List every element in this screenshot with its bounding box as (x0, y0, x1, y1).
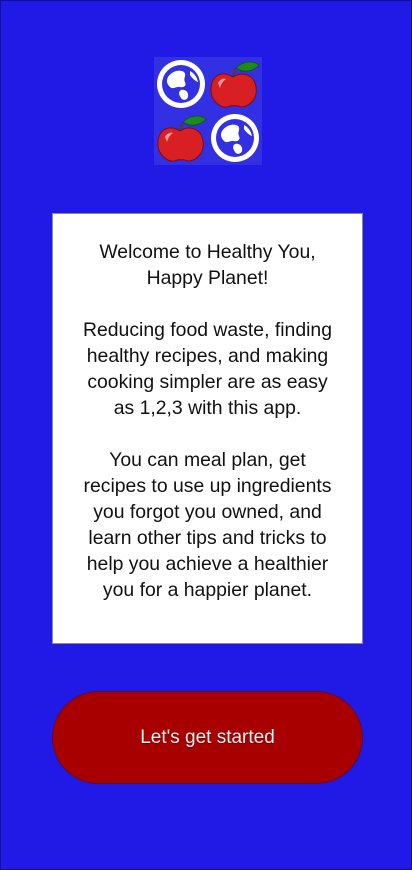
globe-icon (211, 114, 259, 162)
welcome-paragraph-features: You can meal plan, get recipes to use up… (83, 449, 332, 601)
welcome-screen: Welcome to Healthy You, Happy Planet! Re… (0, 0, 412, 870)
get-started-button[interactable]: Let's get started (52, 691, 363, 784)
app-logo (154, 57, 262, 165)
globe-icon (157, 60, 205, 108)
welcome-card: Welcome to Healthy You, Happy Planet! Re… (52, 213, 363, 644)
welcome-paragraph-intro: Reducing food waste, finding healthy rec… (82, 319, 332, 419)
welcome-title: Welcome to Healthy You, Happy Planet! (99, 241, 316, 289)
logo-graphic (154, 57, 262, 165)
